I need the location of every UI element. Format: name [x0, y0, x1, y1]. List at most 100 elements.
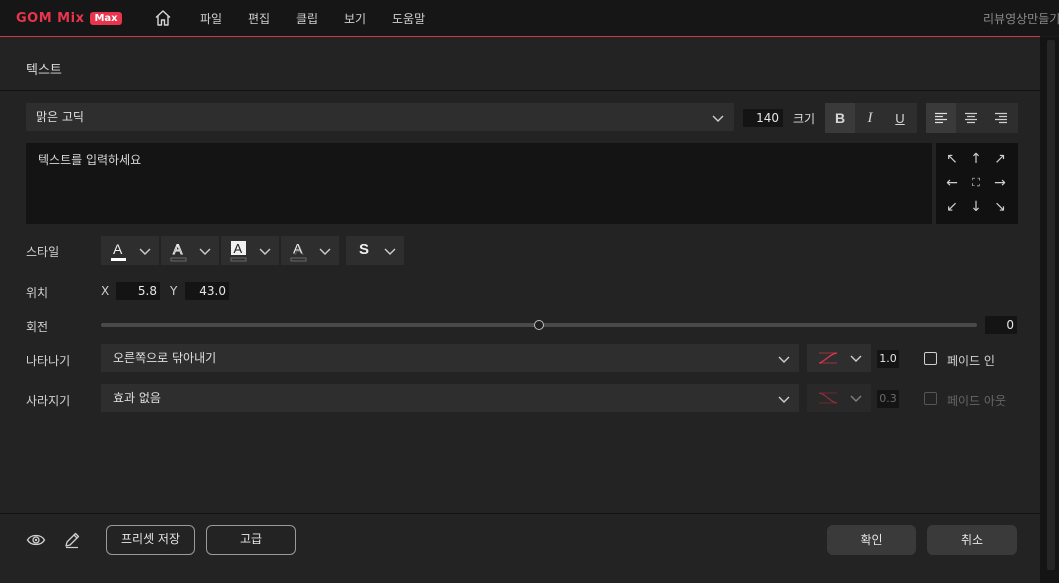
text-background-icon: A: [230, 241, 247, 262]
logo-text: GOM Mix: [16, 10, 85, 26]
position-y-label: Y: [170, 284, 178, 298]
fade-in-label: 페이드 인: [947, 354, 995, 368]
eye-icon[interactable]: [26, 530, 46, 550]
align-right-button[interactable]: [986, 103, 1016, 133]
svg-text:A: A: [113, 241, 123, 257]
chevron-down-icon: [778, 356, 790, 363]
font-select[interactable]: 맑은 고딕: [26, 103, 734, 131]
ok-button[interactable]: 확인: [827, 525, 916, 555]
font-select-value: 맑은 고딕: [36, 110, 84, 124]
chevron-down-icon: [139, 248, 151, 255]
chevron-down-icon: [199, 248, 211, 255]
advanced-button[interactable]: 고급: [206, 525, 296, 555]
dialog-title: 텍스트: [26, 63, 62, 78]
fade-in-checkbox[interactable]: [924, 352, 937, 365]
chevron-down-icon: [712, 115, 724, 122]
scrollbar[interactable]: [1047, 40, 1055, 570]
chevron-down-icon: [778, 396, 790, 403]
chevron-down-icon: [384, 248, 396, 255]
svg-text:A: A: [293, 241, 303, 257]
fade-out-label: 페이드 아웃: [947, 394, 1007, 408]
align-right-icon: [995, 112, 1007, 124]
text-color-button[interactable]: A: [101, 236, 159, 265]
rotation-slider-handle[interactable]: [534, 320, 544, 330]
arrow-left-icon[interactable]: ←: [940, 171, 964, 195]
ease-curve-icon: [818, 392, 838, 404]
menu-file[interactable]: 파일: [200, 10, 222, 27]
outline-color-button[interactable]: A: [161, 236, 219, 265]
position-label: 위치: [26, 286, 49, 300]
center-icon[interactable]: ⛶: [964, 171, 988, 195]
text-color-icon: A: [111, 241, 126, 261]
disappear-effect-select[interactable]: 효과 없음: [101, 384, 799, 412]
position-x-input[interactable]: 5.8: [116, 282, 160, 300]
chevron-down-icon: [259, 248, 271, 255]
text-outline-icon: A: [170, 241, 187, 262]
text-input[interactable]: 텍스트를 입력하세요: [26, 143, 932, 224]
position-y-input[interactable]: 43.0: [185, 282, 229, 300]
menu-view[interactable]: 보기: [344, 10, 366, 27]
italic-label: I: [867, 109, 873, 126]
font-size-label: 크기: [793, 112, 816, 126]
bold-button[interactable]: B: [825, 103, 855, 133]
fade-out-checkbox[interactable]: [924, 392, 937, 405]
title-divider: [0, 90, 1040, 91]
format-buttons: B I U: [825, 103, 917, 133]
svg-text:A: A: [234, 241, 243, 256]
disappear-label: 사라지기: [26, 394, 71, 408]
align-buttons: [926, 103, 1018, 133]
menu-bar: GOM Mix Max 파일 편집 클립 보기 도움말 리뷰영상만들기: [0, 0, 1059, 36]
underline-label: U: [895, 110, 905, 126]
bold-label: B: [834, 110, 846, 126]
arrow-up-icon[interactable]: ↑: [964, 147, 988, 171]
chevron-down-icon: [319, 248, 331, 255]
arrow-right-icon[interactable]: →: [988, 171, 1012, 195]
position-arrows: ↖ ↑ ↗ ← ⛶ → ↙ ↓ ↘: [940, 147, 1014, 221]
preset-save-button[interactable]: 프리셋 저장: [106, 525, 195, 555]
rotation-input[interactable]: 0: [985, 316, 1017, 334]
appear-label: 나타나기: [26, 354, 71, 368]
appear-curve-select[interactable]: [807, 344, 871, 372]
background-color-button[interactable]: A: [221, 236, 279, 265]
home-icon[interactable]: [153, 8, 173, 28]
arrow-down-left-icon[interactable]: ↙: [940, 195, 964, 219]
italic-button[interactable]: I: [855, 103, 885, 133]
ease-curve-icon: [818, 352, 838, 364]
menu-edit[interactable]: 편집: [248, 10, 270, 27]
disappear-duration-input[interactable]: 0.3: [877, 390, 899, 408]
project-title: 리뷰영상만들기: [983, 12, 1059, 26]
align-center-button[interactable]: [956, 103, 986, 133]
app-logo: GOM Mix Max: [16, 9, 122, 27]
text-style-button[interactable]: S: [346, 236, 404, 265]
arrow-down-icon[interactable]: ↓: [964, 195, 988, 219]
font-size-input[interactable]: 140: [743, 109, 783, 127]
text-input-placeholder: 텍스트를 입력하세요: [38, 153, 142, 167]
style-label: 스타일: [26, 245, 60, 259]
footer-divider: [0, 513, 1040, 514]
rotation-label: 회전: [26, 320, 49, 334]
appear-effect-value: 오른쪽으로 닦아내기: [113, 351, 217, 365]
text-shadow-icon: A A: [290, 241, 307, 262]
position-x-label: X: [101, 284, 110, 298]
text-style-icon: S: [358, 241, 369, 258]
logo-badge: Max: [90, 11, 122, 25]
disappear-effect-value: 효과 없음: [113, 391, 161, 405]
arrow-down-right-icon[interactable]: ↘: [988, 195, 1012, 219]
svg-text:A: A: [173, 241, 183, 257]
cancel-button[interactable]: 취소: [927, 525, 1017, 555]
chevron-down-icon: [850, 355, 862, 362]
underline-button[interactable]: U: [885, 103, 915, 133]
appear-effect-select[interactable]: 오른쪽으로 닦아내기: [101, 344, 799, 372]
arrow-up-left-icon[interactable]: ↖: [940, 147, 964, 171]
appear-duration-input[interactable]: 1.0: [877, 350, 899, 368]
menu-clip[interactable]: 클립: [296, 10, 318, 27]
disappear-curve-select[interactable]: [807, 384, 871, 412]
menu-help[interactable]: 도움말: [392, 10, 425, 27]
pencil-icon[interactable]: [62, 530, 82, 550]
align-left-button[interactable]: [926, 103, 956, 133]
shadow-color-button[interactable]: A A: [281, 236, 339, 265]
align-left-icon: [935, 112, 947, 124]
arrow-up-right-icon[interactable]: ↗: [988, 147, 1012, 171]
chevron-down-icon: [850, 395, 862, 402]
align-center-icon: [965, 112, 977, 124]
